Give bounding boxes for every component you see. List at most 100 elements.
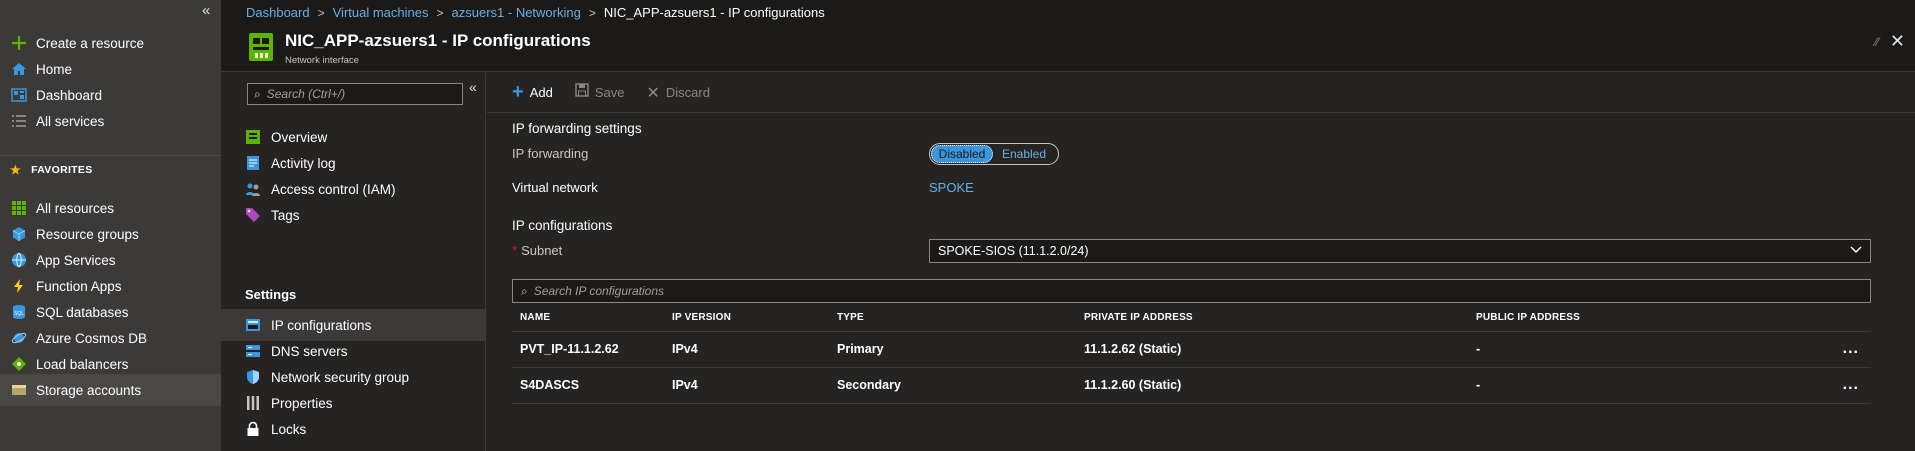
storage-icon — [10, 381, 28, 399]
menu-item-label: Tags — [271, 207, 300, 223]
nav-label: Home — [36, 61, 73, 77]
toggle-disabled-option[interactable]: Disabled — [931, 145, 993, 163]
discard-button[interactable]: ✕ Discard — [646, 83, 709, 103]
toolbar: + Add Save ✕ Discard — [487, 73, 1915, 113]
list-icon — [10, 112, 28, 130]
menu-search-input[interactable]: ⌕ Search (Ctrl+/) — [247, 83, 463, 105]
menu-item-label: Properties — [271, 395, 333, 411]
plus-icon: + — [512, 81, 524, 103]
col-header-public-ip[interactable]: PUBLIC IP ADDRESS — [1468, 305, 1811, 332]
menu-search-placeholder: Search (Ctrl+/) — [266, 87, 346, 101]
properties-icon — [245, 395, 261, 411]
menu-item-label: Overview — [271, 129, 328, 145]
add-button[interactable]: + Add — [512, 81, 553, 104]
diamond-icon — [10, 355, 28, 373]
menu-item-label: Access control (IAM) — [271, 181, 396, 197]
resource-menu: ⌕ Search (Ctrl+/) « Overview Activity lo… — [221, 73, 486, 451]
cell-private-ip: 11.1.2.62 (Static) — [1076, 331, 1468, 368]
cell-name: S4DASCS — [512, 367, 664, 404]
col-header-name[interactable]: NAME — [512, 305, 664, 332]
nav-divider — [0, 155, 221, 156]
table-header-row: NAME IP VERSION TYPE PRIVATE IP ADDRESS … — [512, 305, 1871, 332]
nav-label: Dashboard — [36, 87, 103, 103]
ip-config-search-placeholder: Search IP configurations — [533, 284, 665, 298]
collapse-menu-icon[interactable]: « — [469, 79, 477, 95]
col-header-private-ip[interactable]: PRIVATE IP ADDRESS — [1076, 305, 1468, 332]
favorites-label: FAVORITES — [31, 164, 93, 176]
nav-label: Create a resource — [36, 35, 145, 51]
nav-label: Azure Cosmos DB — [36, 330, 148, 346]
favorites-header: ★ FAVORITES — [10, 163, 93, 177]
page-subtitle: Network interface — [285, 55, 359, 66]
table-row[interactable]: S4DASCS IPv4 Secondary 11.1.2.60 (Static… — [512, 367, 1871, 404]
ip-forwarding-section-title: IP forwarding settings — [512, 121, 642, 136]
more-actions-icon[interactable]: ... — [1811, 331, 1871, 368]
shield-icon — [245, 369, 261, 385]
more-actions-icon[interactable]: ... — [1811, 367, 1871, 404]
overview-icon — [245, 129, 261, 145]
settings-section-title: Settings — [245, 287, 297, 302]
discard-label: Discard — [665, 85, 710, 100]
network-interface-icon — [249, 33, 273, 61]
subnet-label: * Subnet — [512, 243, 562, 258]
subnet-label-text: Subnet — [521, 243, 563, 258]
search-icon: ⌕ — [521, 283, 528, 298]
nav-all-services[interactable]: All services — [0, 105, 221, 137]
subnet-dropdown[interactable]: SPOKE-SIOS (11.1.2.0/24) — [929, 239, 1871, 263]
activity-log-icon — [245, 155, 261, 171]
save-button[interactable]: Save — [575, 83, 625, 102]
breadcrumb-networking[interactable]: azsuers1 - Networking — [452, 5, 581, 20]
page-title: NIC_APP-azsuers1 - IP configurations — [285, 31, 591, 50]
cell-type: Primary — [829, 331, 1076, 368]
menu-item-label: Locks — [271, 421, 307, 437]
cell-type: Secondary — [829, 367, 1076, 404]
tag-icon — [245, 207, 261, 223]
col-header-type[interactable]: TYPE — [829, 305, 1076, 332]
cell-private-ip: 11.1.2.60 (Static) — [1076, 367, 1468, 404]
cell-ip-version: IPv4 — [664, 367, 829, 404]
plus-icon — [10, 34, 28, 52]
save-icon — [575, 83, 589, 102]
dns-icon — [245, 343, 261, 359]
breadcrumb-current: NIC_APP-azsuers1 - IP configurations — [603, 5, 825, 20]
menu-item-locks[interactable]: Locks — [221, 413, 486, 445]
toggle-enabled-option[interactable]: Enabled — [993, 145, 1055, 163]
star-icon: ★ — [10, 163, 22, 177]
nav-storage-accounts[interactable]: Storage accounts — [0, 374, 221, 406]
iam-icon — [245, 181, 261, 197]
col-header-actions — [1811, 305, 1871, 332]
menu-item-label: Network security group — [271, 369, 410, 385]
close-icon[interactable]: ✕ — [1890, 31, 1905, 52]
cell-public-ip: - — [1468, 367, 1811, 404]
ip-forwarding-toggle[interactable]: Disabled Enabled — [929, 143, 1059, 165]
col-header-ip-version[interactable]: IP VERSION — [664, 305, 829, 332]
table-row[interactable]: PVT_IP-11.1.2.62 IPv4 Primary 11.1.2.62 … — [512, 331, 1871, 368]
ip-forwarding-label: IP forwarding — [512, 146, 589, 161]
more-icon[interactable]: ⁄⁄ — [1875, 35, 1879, 49]
dashboard-icon — [10, 86, 28, 104]
discard-icon: ✕ — [646, 84, 660, 102]
ip-config-search-input[interactable]: ⌕ Search IP configurations — [512, 279, 1871, 303]
search-icon: ⌕ — [254, 86, 261, 101]
chevron-right-icon: > — [317, 5, 325, 20]
virtual-network-link[interactable]: SPOKE — [929, 180, 974, 195]
menu-item-label: Activity log — [271, 155, 336, 171]
save-label: Save — [594, 85, 625, 100]
lock-icon — [245, 421, 261, 437]
nav-label: Resource groups — [36, 226, 139, 242]
breadcrumb-dashboard[interactable]: Dashboard — [246, 5, 310, 20]
breadcrumb: Dashboard > Virtual machines > azsuers1 … — [221, 0, 1915, 25]
global-nav: « Create a resource Home Dashboard All s… — [0, 0, 221, 451]
nav-label: All resources — [36, 200, 115, 216]
nav-label: Storage accounts — [36, 382, 142, 398]
menu-item-tags[interactable]: Tags — [221, 199, 486, 231]
chevron-right-icon: > — [436, 5, 444, 20]
cell-public-ip: - — [1468, 331, 1811, 368]
breadcrumb-virtual-machines[interactable]: Virtual machines — [333, 5, 429, 20]
nav-label: App Services — [36, 252, 116, 268]
chevron-right-icon: > — [588, 5, 596, 20]
collapse-nav-icon[interactable]: « — [202, 2, 210, 19]
ip-configurations-section-title: IP configurations — [512, 218, 613, 233]
cell-ip-version: IPv4 — [664, 331, 829, 368]
nav-label: Function Apps — [36, 278, 122, 294]
